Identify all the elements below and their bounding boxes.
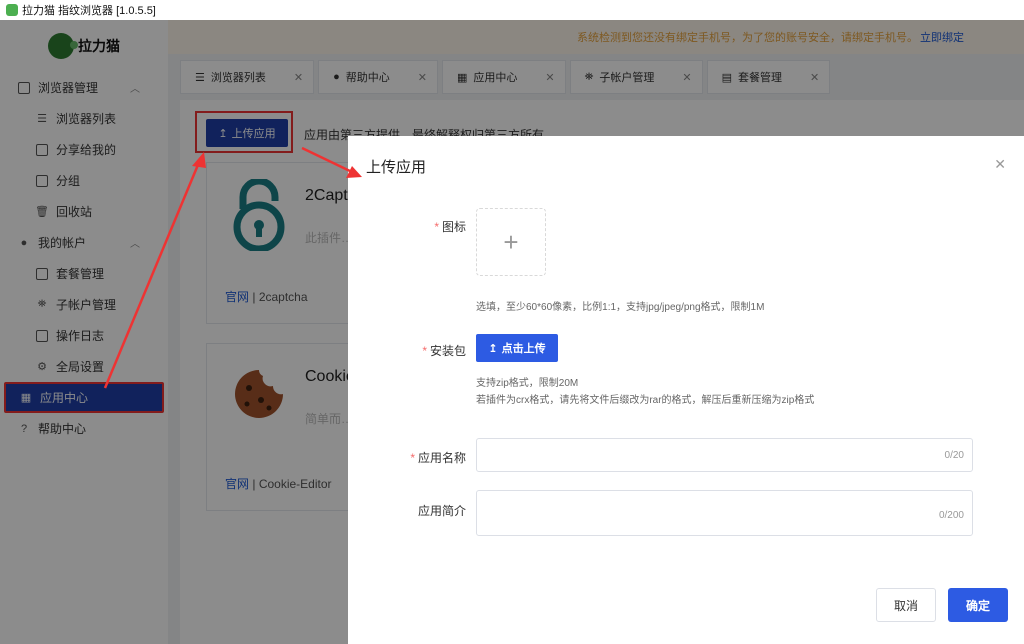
window-title: 拉力猫 指纹浏览器 [1.0.5.5] [22,5,156,17]
app-name-input[interactable]: 0/20 [476,438,973,472]
name-char-count: 0/20 [944,450,964,461]
app-description-textarea[interactable]: 0/200 [476,490,973,536]
package-hint-format: 支持zip格式，限制20M [476,378,579,389]
package-upload-label: 点击上传 [501,343,546,355]
desc-char-count: 0/200 [938,510,964,521]
icon-hint: 选填，至少60*60像素，比例1:1，支持jpg/jpeg/png格式，限制1M [476,302,765,313]
upload-app-dialog: 上传应用 ✕ * 图标 + 选填，至少60*60像素，比例1:1，支持jpg/jp… [348,136,1024,644]
name-field-label: * 应用名称 [410,451,466,465]
confirm-button[interactable]: 确定 [948,588,1008,622]
icon-field-label: * 图标 [434,220,466,234]
upload-icon: ↥ [488,342,498,355]
dialog-title: 上传应用 [366,159,427,176]
package-field-label: * 安装包 [422,344,466,358]
desc-field-label: 应用简介 [417,504,466,518]
app-icon [6,4,18,16]
close-icon[interactable]: ✕ [994,156,1006,173]
icon-upload-area[interactable]: + [476,208,546,276]
cancel-button[interactable]: 取消 [876,588,936,622]
package-hint-crx: 若插件为crx格式，请先将文件后缀改为rar的格式，解压后重新压缩为zip格式 [476,395,815,406]
title-bar: 拉力猫 指纹浏览器 [1.0.5.5] [0,0,1024,20]
package-upload-button[interactable]: ↥ 点击上传 [476,334,558,362]
plus-icon: + [503,226,519,257]
